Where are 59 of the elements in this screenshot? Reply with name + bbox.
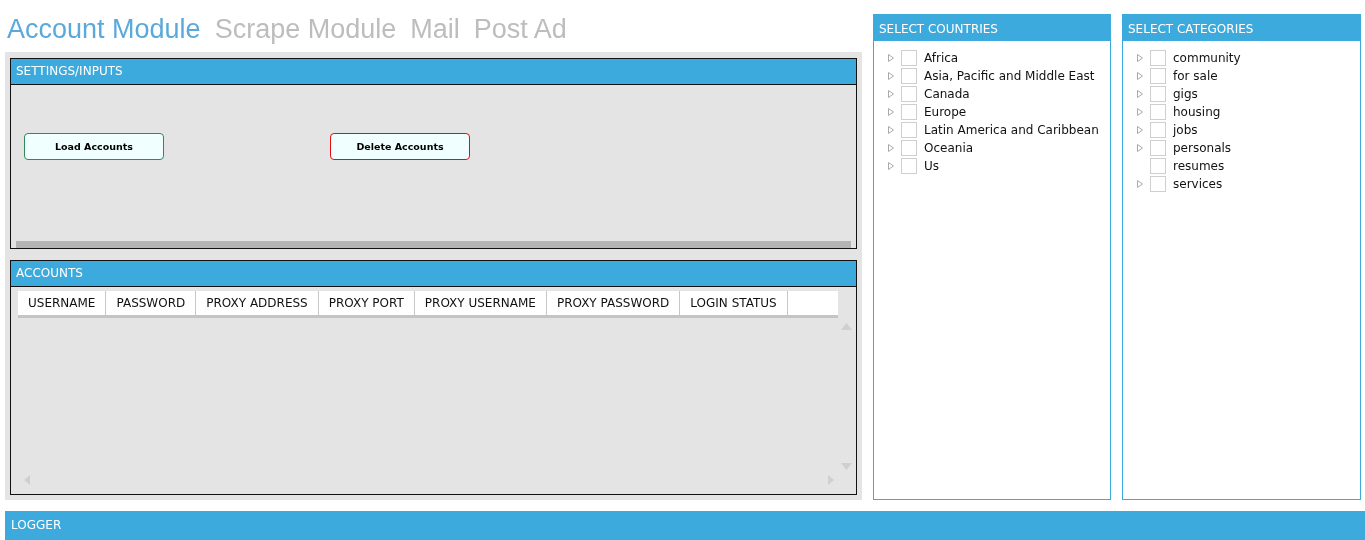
tree-item-label[interactable]: Canada [924,87,970,101]
tree-item-label[interactable]: Asia, Pacific and Middle East [924,69,1095,83]
panel-header: SELECT COUNTRIES [874,15,1110,41]
checkbox[interactable] [1150,158,1166,174]
column-header[interactable]: USERNAME [18,291,107,315]
expand-arrow-icon[interactable] [1136,126,1144,134]
column-header[interactable]: PROXY USERNAME [414,291,547,315]
tree-item-label[interactable]: for sale [1173,69,1218,83]
expand-arrow-icon[interactable] [1136,108,1144,116]
tree-item-label[interactable]: Africa [924,51,959,65]
checkbox[interactable] [1150,104,1166,120]
scroll-bar[interactable] [16,241,851,248]
panel-header: SELECT CATEGORIES [1123,15,1360,41]
expand-arrow-icon[interactable] [887,72,895,80]
tree-item-label[interactable]: Oceania [924,141,974,155]
checkbox[interactable] [901,86,917,102]
checkbox[interactable] [901,122,917,138]
expand-arrow-icon[interactable] [887,108,895,116]
delete-button[interactable]: Delete Accounts [330,133,470,160]
checkbox[interactable] [1150,140,1166,156]
tree-item-label[interactable]: Europe [924,105,967,119]
tree-item-label[interactable]: jobs [1173,123,1198,137]
expand-arrow-icon[interactable] [1136,144,1144,152]
column-header[interactable]: LOGIN STATUS [680,291,788,315]
checkbox[interactable] [1150,68,1166,84]
tree-item-label[interactable]: gigs [1173,87,1198,101]
tree-item-label[interactable]: Latin America and Caribbean [924,123,1099,137]
checkbox[interactable] [1150,50,1166,66]
load-button[interactable]: Load Accounts [24,133,164,160]
tree-item-label[interactable]: housing [1173,105,1221,119]
group-header: ACCOUNTS [11,261,856,287]
group-header: SETTINGS/INPUTS [11,59,856,85]
checkbox[interactable] [1150,86,1166,102]
expand-arrow-icon[interactable] [1136,90,1144,98]
expand-arrow-icon[interactable] [1136,180,1144,188]
column-header[interactable]: PROXY ADDRESS [196,291,319,315]
expand-arrow-icon[interactable] [887,126,895,134]
checkbox[interactable] [901,68,917,84]
expand-arrow-icon[interactable] [1136,54,1144,62]
column-header[interactable]: PROXY PORT [318,291,415,315]
checkbox[interactable] [901,50,917,66]
checkbox[interactable] [901,158,917,174]
column-header[interactable]: PROXY PASSWORD [546,291,681,315]
checkbox[interactable] [1150,122,1166,138]
expand-arrow-icon[interactable] [1136,72,1144,80]
tree-item-label[interactable]: community [1173,51,1241,65]
expand-arrow-icon[interactable] [887,90,895,98]
checkbox[interactable] [901,104,917,120]
checkbox[interactable] [901,140,917,156]
expand-arrow-icon[interactable] [887,54,895,62]
tree-item-label[interactable]: resumes [1173,159,1225,173]
expand-arrow-icon[interactable] [887,144,895,152]
tree-item-label[interactable]: Us [924,159,940,173]
tree-item-label[interactable]: personals [1173,141,1232,155]
tree-item-label[interactable]: services [1173,177,1223,191]
expand-arrow-icon[interactable] [887,162,895,170]
checkbox[interactable] [1150,176,1166,192]
column-header[interactable]: PASSWORD [106,291,197,315]
logger-header: LOGGER [5,511,1365,540]
